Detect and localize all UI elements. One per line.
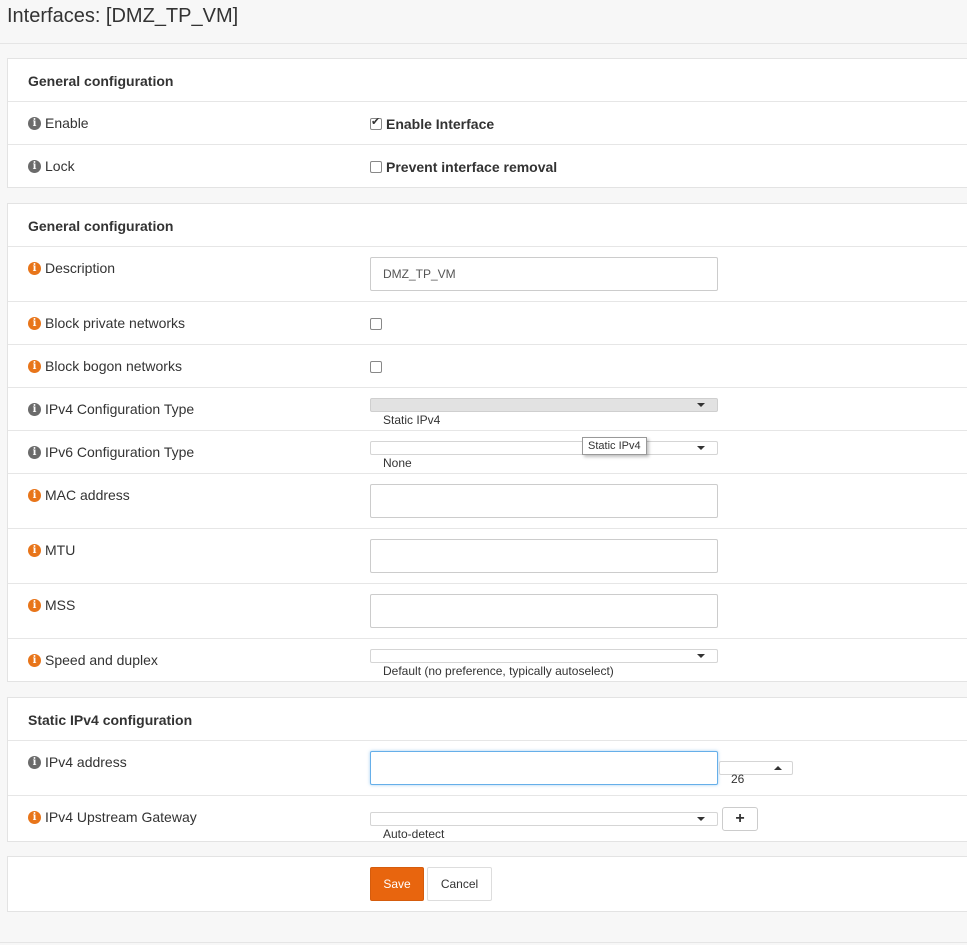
footer-divider bbox=[0, 942, 967, 943]
ipv6-type-select[interactable] bbox=[370, 441, 718, 455]
speed-value: Default (no preference, typically autose… bbox=[383, 664, 614, 678]
field-label: Speed and duplex bbox=[45, 652, 158, 668]
ipv4-type-label: i IPv4 Configuration Type bbox=[28, 401, 194, 417]
lock-label: i Lock bbox=[28, 158, 75, 174]
lock-field: Prevent interface removal bbox=[370, 159, 557, 175]
ipv4-address-input[interactable] bbox=[370, 751, 718, 785]
info-icon[interactable]: i bbox=[28, 598, 41, 612]
field-label: Enable bbox=[45, 115, 89, 131]
ipv4-address-label: i IPv4 address bbox=[28, 754, 127, 770]
caret-down-icon bbox=[697, 817, 705, 821]
block-private-row: i Block private networks bbox=[8, 302, 967, 345]
field-label: MAC address bbox=[45, 487, 130, 503]
info-icon[interactable]: i bbox=[28, 445, 41, 459]
description-label: i Description bbox=[28, 260, 115, 276]
mss-row: i MSS bbox=[8, 584, 967, 639]
field-label: IPv4 address bbox=[45, 754, 127, 770]
info-icon[interactable]: i bbox=[28, 402, 41, 416]
block-private-checkbox[interactable] bbox=[370, 318, 382, 331]
save-button[interactable]: Save bbox=[370, 867, 424, 901]
speed-select[interactable] bbox=[370, 649, 718, 663]
enable-field: Enable Interface bbox=[370, 115, 494, 132]
mtu-input[interactable] bbox=[370, 539, 718, 573]
info-icon[interactable]: i bbox=[28, 159, 41, 173]
caret-up-icon bbox=[774, 766, 782, 770]
speed-label: i Speed and duplex bbox=[28, 652, 158, 668]
tooltip: Static IPv4 bbox=[582, 437, 647, 455]
section-title: Static IPv4 configuration bbox=[28, 712, 193, 728]
mac-input[interactable] bbox=[370, 484, 718, 518]
general-config-card-1: General configuration i Enable Enable In… bbox=[7, 58, 967, 188]
gateway-label: i IPv4 Upstream Gateway bbox=[28, 809, 197, 825]
mtu-label: i MTU bbox=[28, 542, 75, 558]
ipv6-type-value: None bbox=[383, 456, 412, 470]
description-row: i Description DMZ_TP_VM bbox=[8, 247, 967, 302]
section-header: General configuration bbox=[8, 59, 967, 102]
section-title: General configuration bbox=[28, 218, 174, 234]
page-header: Interfaces: [DMZ_TP_VM] bbox=[0, 0, 967, 44]
mss-label: i MSS bbox=[28, 597, 75, 613]
plus-icon: + bbox=[735, 810, 745, 827]
add-gateway-button[interactable]: + bbox=[722, 807, 758, 831]
description-input[interactable]: DMZ_TP_VM bbox=[370, 257, 718, 291]
info-icon[interactable]: i bbox=[28, 755, 41, 769]
ipv4-type-select[interactable] bbox=[370, 398, 718, 412]
section-header: General configuration bbox=[8, 204, 967, 247]
block-bogon-label: i Block bogon networks bbox=[28, 358, 182, 374]
mac-label: i MAC address bbox=[28, 487, 130, 503]
field-label: Block bogon networks bbox=[45, 358, 182, 374]
caret-down-icon bbox=[697, 403, 705, 407]
caret-down-icon bbox=[697, 654, 705, 658]
info-icon[interactable]: i bbox=[28, 653, 41, 667]
field-label: MSS bbox=[45, 597, 76, 613]
info-icon[interactable]: i bbox=[28, 116, 41, 130]
lock-checkbox[interactable] bbox=[370, 161, 382, 173]
field-label: Block private networks bbox=[45, 315, 186, 331]
subnet-value: 26 bbox=[731, 772, 745, 786]
block-bogon-row: i Block bogon networks bbox=[8, 345, 967, 388]
ipv6-type-label: i IPv6 Configuration Type bbox=[28, 444, 194, 460]
info-icon[interactable]: i bbox=[28, 810, 41, 824]
field-label: IPv4 Upstream Gateway bbox=[45, 809, 197, 825]
mac-row: i MAC address bbox=[8, 474, 967, 529]
static-ipv4-card: Static IPv4 configuration i IPv4 address… bbox=[7, 697, 967, 842]
enable-checkbox[interactable] bbox=[370, 115, 382, 130]
lock-checkbox-label[interactable]: Prevent interface removal bbox=[386, 159, 557, 175]
info-icon[interactable]: i bbox=[28, 261, 41, 275]
field-label: Description bbox=[45, 260, 116, 276]
enable-row: i Enable Enable Interface bbox=[8, 102, 967, 145]
block-private-label: i Block private networks bbox=[28, 315, 185, 331]
ipv4-address-row: i IPv4 address 26 bbox=[8, 741, 967, 796]
gateway-row: i IPv4 Upstream Gateway Auto-detect + bbox=[8, 796, 967, 843]
ipv6-type-row: i IPv6 Configuration Type None Static IP… bbox=[8, 431, 967, 474]
page-title: Interfaces: [DMZ_TP_VM] bbox=[7, 5, 239, 27]
actions-card: Save Cancel bbox=[7, 856, 967, 912]
mtu-row: i MTU bbox=[8, 529, 967, 584]
field-label: IPv6 Configuration Type bbox=[45, 444, 195, 460]
section-title: General configuration bbox=[28, 73, 174, 89]
field-label: MTU bbox=[45, 542, 76, 558]
field-label: IPv4 Configuration Type bbox=[45, 401, 195, 417]
general-config-card-2: General configuration i Description DMZ_… bbox=[7, 203, 967, 682]
ipv4-type-value: Static IPv4 bbox=[383, 413, 441, 427]
lock-row: i Lock Prevent interface removal bbox=[8, 145, 967, 189]
mss-input[interactable] bbox=[370, 594, 718, 628]
caret-down-icon bbox=[697, 446, 705, 450]
gateway-select[interactable] bbox=[370, 812, 718, 826]
cancel-button[interactable]: Cancel bbox=[427, 867, 492, 901]
field-label: Lock bbox=[45, 158, 75, 174]
info-icon[interactable]: i bbox=[28, 316, 41, 330]
enable-label: i Enable bbox=[28, 115, 89, 131]
speed-row: i Speed and duplex Default (no preferenc… bbox=[8, 639, 967, 683]
enable-checkbox-label[interactable]: Enable Interface bbox=[386, 116, 494, 132]
info-icon[interactable]: i bbox=[28, 359, 41, 373]
info-icon[interactable]: i bbox=[28, 543, 41, 557]
info-icon[interactable]: i bbox=[28, 488, 41, 502]
gateway-value: Auto-detect bbox=[383, 827, 445, 841]
block-bogon-checkbox[interactable] bbox=[370, 361, 382, 374]
ipv4-type-row: i IPv4 Configuration Type Static IPv4 bbox=[8, 388, 967, 431]
section-header: Static IPv4 configuration bbox=[8, 698, 967, 741]
